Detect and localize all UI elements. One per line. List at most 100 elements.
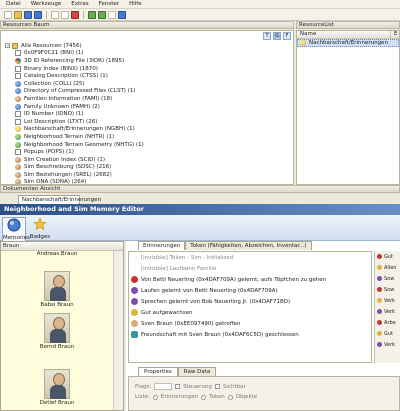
tree-item[interactable]: Familien Information (FAMI) (18) bbox=[5, 95, 275, 103]
memory-icon bbox=[131, 298, 138, 305]
steuerung-checkbox[interactable] bbox=[175, 384, 181, 389]
find-icon[interactable] bbox=[108, 10, 116, 19]
column-name[interactable]: Name bbox=[297, 31, 391, 38]
menu-werkzeuge[interactable]: Werkzeuge bbox=[31, 1, 62, 7]
objekte-radio[interactable] bbox=[227, 394, 233, 400]
side-list-item[interactable]: Verk bbox=[375, 339, 400, 350]
tab-token[interactable]: Token (Fähigkeiten, Abzeichen, Inventar.… bbox=[185, 241, 312, 250]
memory-row[interactable]: [invisible] Laufbahn Familie bbox=[129, 263, 371, 274]
resource-list-row[interactable]: Nachbarschaft/Erinnerungen bbox=[297, 39, 399, 47]
list-label: Liste: bbox=[135, 394, 150, 400]
side-list-item[interactable]: Gut bbox=[375, 251, 400, 262]
tree-item-label: Family Unknown (FAMH) (2) bbox=[24, 103, 100, 110]
tree-item[interactable]: Neighborhood Terrain Geometry (NHTG) (1) bbox=[5, 141, 275, 149]
memories-icon bbox=[7, 218, 21, 232]
tree-item[interactable]: 3D ID Referencing File (3IDR) (1895) bbox=[5, 57, 275, 65]
memory-row[interactable]: Gut aufgewachsen bbox=[129, 307, 371, 318]
resource-tree[interactable]: T G F − Alle Resourcen (7456) 0x0F9F0C21… bbox=[0, 30, 294, 185]
tab-raw-data[interactable]: Raw Data bbox=[177, 367, 217, 376]
side-item-label: Verk bbox=[384, 308, 396, 315]
memory-text: Von Betti Neuerling (0x4DAF709A) gelernt… bbox=[141, 276, 327, 283]
document-tab[interactable]: Nachbarschaft/Erinnerungen bbox=[18, 195, 101, 204]
new-file-icon[interactable] bbox=[4, 10, 12, 19]
tree-item[interactable]: Collection (COLL) (25) bbox=[5, 80, 275, 88]
resource-type-icon bbox=[15, 111, 21, 118]
menu-fenster[interactable]: Fenster bbox=[99, 1, 119, 7]
menu-extras[interactable]: Extras bbox=[71, 1, 88, 7]
tree-item[interactable]: Family Unknown (FAMH) (2) bbox=[5, 103, 275, 111]
main-toolbar bbox=[0, 9, 400, 21]
tree-item[interactable]: ID Number (IDNO) (1) bbox=[5, 110, 275, 118]
tree-item[interactable]: Binary Index (BINX) (1870) bbox=[5, 65, 275, 73]
side-list-item[interactable]: Gut bbox=[375, 328, 400, 339]
export-icon[interactable] bbox=[98, 10, 106, 19]
side-list-item[interactable]: Verk bbox=[375, 306, 400, 317]
tree-item[interactable]: Lot Description (LTXT) (26) bbox=[5, 118, 275, 126]
family-selector[interactable]: Braun bbox=[1, 242, 123, 251]
memory-row[interactable]: [invisible] Token - Sim - Initialized bbox=[129, 252, 371, 263]
open-folder-icon[interactable] bbox=[14, 10, 22, 19]
memory-row[interactable]: Von Betti Neuerling (0x4DAF709A) gelernt… bbox=[129, 274, 371, 285]
tree-item[interactable]: Sim Creation Index (SCID) (1) bbox=[5, 156, 275, 164]
side-list-item[interactable]: Arbe bbox=[375, 317, 400, 328]
tree-item[interactable]: Popups (POPS) (1) bbox=[5, 148, 275, 156]
tab-properties[interactable]: Properties bbox=[138, 367, 178, 376]
token-option-label: Token bbox=[209, 394, 225, 400]
tree-item[interactable]: Nachbarschaft/Erinnerungen (NGBH) (1) bbox=[5, 126, 275, 134]
tree-mode-t-button[interactable]: T bbox=[263, 32, 271, 40]
memory-icon bbox=[131, 331, 138, 338]
tree-item[interactable]: Catalog Description (CTSS) (1) bbox=[5, 72, 275, 80]
editor-title: Neighborhood and Sim Memory Editor bbox=[0, 204, 400, 215]
copy-icon[interactable] bbox=[51, 10, 59, 19]
tree-item[interactable]: Neighborhood Terrain (NHTR) (1) bbox=[5, 133, 275, 141]
tree-item[interactable]: Sim Beschreibung (SDSC) (216) bbox=[5, 164, 275, 172]
side-list-item[interactable]: Sow bbox=[375, 284, 400, 295]
save-icon[interactable] bbox=[24, 10, 32, 19]
memory-text: Laufen gelernt von Betti Neuerling (0x4D… bbox=[141, 287, 278, 294]
tree-item[interactable]: 0x0F9F0C21 (BNI) (1) bbox=[5, 50, 275, 58]
collapse-icon[interactable]: − bbox=[5, 43, 10, 49]
sim-item[interactable]: Detlef Braun bbox=[1, 369, 113, 406]
window-icon[interactable] bbox=[118, 10, 126, 19]
tree-list: − Alle Resourcen (7456) 0x0F9F0C21 (BNI)… bbox=[5, 42, 275, 184]
side-list-item[interactable]: Allen bbox=[375, 262, 400, 273]
delete-icon[interactable] bbox=[71, 10, 79, 19]
memory-list: [invisible] Token - Sim - Initialized [in… bbox=[128, 251, 372, 363]
sims-scrollbar[interactable] bbox=[113, 251, 123, 410]
sim-item[interactable]: Babsi Braun bbox=[1, 271, 113, 308]
memory-row[interactable]: Sprechen gelernt von Bob Neuerling Jr. (… bbox=[129, 296, 371, 307]
memory-row[interactable]: Freundschaft mit Sven Braun (0x4DAF6C5D)… bbox=[129, 329, 371, 340]
tree-item[interactable]: Directory of Compressed Files (CLST) (1) bbox=[5, 88, 275, 96]
tree-item-label: ID Number (IDNO) (1) bbox=[24, 111, 84, 118]
import-icon[interactable] bbox=[88, 10, 96, 19]
token-radio[interactable] bbox=[201, 394, 207, 400]
tab-erinnerungen[interactable]: Erinnerungen bbox=[138, 241, 186, 250]
menu-datei[interactable]: Datei bbox=[6, 1, 21, 7]
tree-root[interactable]: − Alle Resourcen (7456) bbox=[5, 42, 275, 50]
memories-tool[interactable]: Memories bbox=[2, 217, 30, 242]
column-e[interactable]: E bbox=[391, 31, 397, 38]
erinnerungen-radio[interactable] bbox=[152, 394, 158, 400]
paste-icon[interactable] bbox=[61, 10, 69, 19]
memory-row[interactable]: Laufen gelernt von Betti Neuerling (0x4D… bbox=[129, 285, 371, 296]
side-list-item[interactable]: Verk bbox=[375, 295, 400, 306]
badges-tool[interactable]: Badges bbox=[28, 217, 52, 240]
tree-item-label: 0x0F9F0C21 (BNI) (1) bbox=[24, 50, 84, 57]
memory-row[interactable]: Sven Braun (0xEE097490) getroffen bbox=[129, 318, 371, 329]
sim-item[interactable]: Bernd Braun bbox=[1, 313, 113, 350]
side-item-icon bbox=[377, 276, 382, 281]
flags-field[interactable] bbox=[154, 383, 173, 390]
save-as-icon[interactable] bbox=[34, 10, 42, 19]
resource-type-icon bbox=[15, 126, 21, 133]
tree-mode-g-button[interactable]: G bbox=[273, 32, 281, 40]
resource-type-icon bbox=[15, 73, 21, 80]
side-list-item[interactable]: Sow bbox=[375, 273, 400, 284]
property-tabs: Properties Raw Data bbox=[138, 367, 217, 376]
tree-mode-f-button[interactable]: F bbox=[283, 32, 291, 40]
tree-root-label: Alle Resourcen (7456) bbox=[21, 42, 82, 49]
sim-name: Bernd Braun bbox=[39, 344, 75, 350]
menu-hilfe[interactable]: Hilfe bbox=[129, 1, 142, 7]
sichtbar-checkbox[interactable] bbox=[214, 384, 220, 389]
sim-item[interactable]: Andreas Braun bbox=[1, 251, 113, 257]
tree-item[interactable]: Sim Beziehungen (SREL) (2682) bbox=[5, 171, 275, 179]
